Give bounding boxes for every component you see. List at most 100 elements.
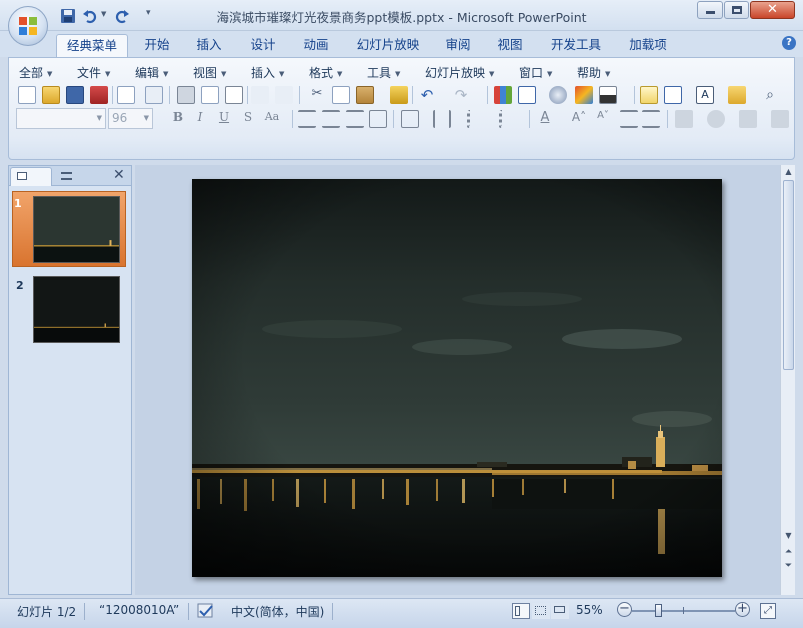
insert-chart-icon[interactable] [494, 86, 512, 104]
tab-insert[interactable]: 插入 [188, 34, 230, 57]
zoom-level-label[interactable]: 55% [576, 603, 603, 617]
quick-styles-icon[interactable] [739, 110, 757, 128]
tab-slides[interactable] [10, 167, 52, 186]
menu-format[interactable]: 格式 ▼ [309, 64, 342, 81]
normal-view-icon[interactable] [512, 603, 530, 619]
insert-table-icon[interactable] [518, 86, 536, 104]
minimize-button[interactable] [697, 1, 723, 19]
slide-thumbnail-2[interactable] [33, 276, 120, 343]
vertical-scrollbar[interactable]: ▲ ▼ ⏶ ⏷ [780, 165, 795, 595]
zoom-in-icon[interactable]: + [735, 602, 750, 617]
grow-font-icon[interactable]: A˄ [570, 110, 588, 128]
save-pdf-icon[interactable] [90, 86, 108, 104]
menu-all[interactable]: 全部 ▼ [19, 64, 52, 81]
menu-help[interactable]: 帮助 ▼ [577, 64, 610, 81]
shadow-icon[interactable]: S [239, 110, 257, 128]
format-painter-icon[interactable] [390, 86, 408, 104]
find-icon[interactable]: ⌕ [761, 86, 779, 104]
menu-slideshow[interactable]: 幻灯片放映 ▼ [425, 64, 494, 81]
zoom-slider-thumb[interactable] [654, 604, 662, 617]
bullets-icon[interactable] [499, 110, 517, 128]
align-text-icon[interactable] [433, 110, 451, 128]
text-direction-icon[interactable] [401, 110, 419, 128]
menu-view[interactable]: 视图 ▼ [193, 64, 226, 81]
redo-icon[interactable]: ↷ [452, 86, 470, 104]
italic-icon[interactable]: I [191, 110, 209, 128]
font-size-combo[interactable]: 96 ▼ [108, 108, 153, 129]
align-right-icon[interactable] [346, 110, 364, 128]
spelling-check-icon[interactable] [251, 86, 269, 104]
zoom-out-icon[interactable]: − [617, 602, 632, 617]
slideshow-view-icon[interactable] [551, 603, 569, 619]
open-folder-icon[interactable] [42, 86, 60, 104]
save-icon[interactable] [66, 86, 84, 104]
ribbon-tab-row: 经典菜单 开始 插入 设计 动画 幻灯片放映 审阅 视图 开发工具 加载项 ? [0, 31, 803, 57]
menu-edit[interactable]: 编辑 ▼ [135, 64, 168, 81]
menu-tools[interactable]: 工具 ▼ [367, 64, 400, 81]
theme-name[interactable]: “12008010A” [99, 603, 179, 617]
text-box-icon[interactable]: A [696, 86, 714, 104]
research-icon[interactable] [275, 86, 293, 104]
help-icon[interactable]: ? [782, 36, 796, 50]
scroll-down-icon[interactable]: ▼ [782, 531, 795, 540]
decrease-indent-icon[interactable] [620, 110, 638, 128]
font-name-combo[interactable]: ▼ [16, 108, 106, 129]
align-center-icon[interactable] [322, 110, 340, 128]
fit-to-window-icon[interactable]: ⤢ [760, 603, 776, 619]
close-panel-icon[interactable]: ✕ [113, 167, 125, 183]
justify-icon[interactable] [369, 110, 387, 128]
copy-icon[interactable] [332, 86, 350, 104]
align-left-icon[interactable] [298, 110, 316, 128]
shape-fill-icon[interactable] [771, 110, 789, 128]
menu-window[interactable]: 窗口 ▼ [519, 64, 552, 81]
tab-developer[interactable]: 开发工具 [544, 34, 608, 57]
insert-picture-icon[interactable] [575, 86, 593, 104]
increase-indent-icon[interactable] [642, 110, 660, 128]
print-icon[interactable] [177, 86, 195, 104]
slide-sorter-view-icon[interactable] [532, 603, 550, 619]
permission-icon[interactable] [117, 86, 135, 104]
tab-outline[interactable] [53, 167, 95, 186]
scrollbar-thumb[interactable] [783, 180, 794, 370]
underline-icon[interactable]: U [215, 110, 233, 128]
new-slide-icon[interactable] [640, 86, 658, 104]
office-button[interactable] [8, 6, 48, 46]
tab-view[interactable]: 视图 [489, 34, 531, 57]
shrink-font-icon[interactable]: A˅ [594, 110, 612, 128]
next-slide-icon[interactable]: ⏷ [782, 561, 795, 571]
numbering-icon[interactable] [467, 110, 485, 128]
language-indicator[interactable]: 中文(简体，中国) [231, 603, 324, 620]
print-preview-icon[interactable] [201, 86, 219, 104]
slide-preview-icon[interactable] [225, 86, 243, 104]
slide-thumbnail-1[interactable] [33, 196, 120, 263]
menu-file[interactable]: 文件 ▼ [77, 64, 110, 81]
font-color-icon[interactable]: A [536, 110, 554, 128]
spelling-check-icon[interactable] [197, 603, 215, 619]
slide-canvas[interactable] [192, 179, 722, 577]
paste-icon[interactable] [356, 86, 374, 104]
scroll-up-icon[interactable]: ▲ [782, 167, 795, 176]
arrange-icon[interactable] [707, 110, 725, 128]
insert-clipart-icon[interactable] [549, 86, 567, 104]
tab-animation[interactable]: 动画 [295, 34, 337, 57]
tab-home[interactable]: 开始 [136, 34, 178, 57]
email-attachment-icon[interactable] [145, 86, 163, 104]
previous-slide-icon[interactable]: ⏶ [782, 547, 795, 557]
tab-classic-menu[interactable]: 经典菜单 [56, 34, 128, 57]
color-grayscale-icon[interactable] [599, 86, 617, 104]
tab-addins[interactable]: 加载项 [622, 34, 674, 57]
maximize-button[interactable] [724, 1, 749, 19]
tab-design[interactable]: 设计 [242, 34, 284, 57]
slide-layout-icon[interactable] [664, 86, 682, 104]
tab-review[interactable]: 审阅 [437, 34, 479, 57]
shapes-icon[interactable] [675, 110, 693, 128]
menu-insert[interactable]: 插入 ▼ [251, 64, 284, 81]
open-folder-icon[interactable] [728, 86, 746, 104]
cut-icon[interactable]: ✂ [308, 86, 326, 104]
undo-icon[interactable]: ↶ [418, 86, 436, 104]
tab-slideshow[interactable]: 幻灯片放映 [350, 34, 426, 57]
new-document-icon[interactable] [18, 86, 36, 104]
change-case-icon[interactable]: Aa [263, 110, 281, 128]
bold-icon[interactable]: B [169, 110, 187, 128]
close-button[interactable]: ✕ [750, 1, 795, 19]
